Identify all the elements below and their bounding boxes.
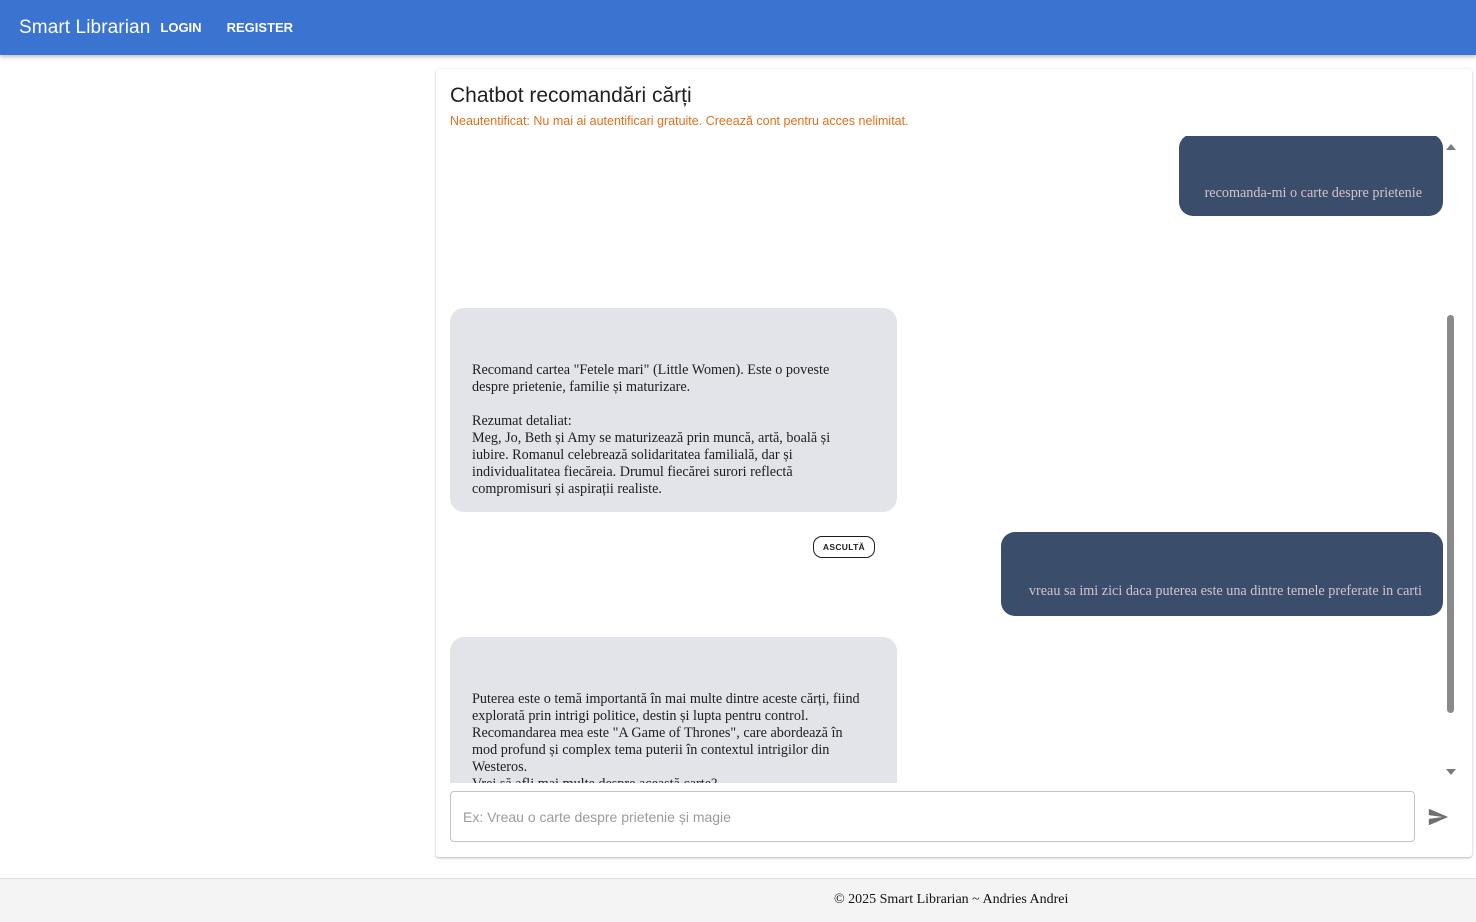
send-icon [1428,808,1449,826]
chat-message-bot: Puterea este o temă importantă în mai mu… [450,637,897,783]
page-title: Chatbot recomandări cărți [450,84,692,107]
chat-card: Chatbot recomandări cărți Neautentificat… [436,69,1472,857]
chat-messages[interactable]: recomanda-mi o carte despre prietenie AS… [450,136,1443,783]
chat-message-bot: Recomand cartea "Fetele mari" (Little Wo… [450,308,897,558]
message-input[interactable] [451,792,1414,841]
footer: © 2025 Smart Librarian ~ Andries Andrei [0,878,1476,922]
chat-scrollbar[interactable] [1444,136,1458,783]
listen-button[interactable]: ASCULTĂ [1359,239,1422,261]
listen-button[interactable]: ASCULTĂ [812,536,875,558]
nav-register[interactable]: REGISTER [227,14,301,41]
send-button[interactable] [1426,806,1450,828]
message-input-container [450,791,1415,842]
message-text: recomanda-mi o carte despre prietenie [1204,185,1422,201]
auth-warning: Neautentificat: Nu mai ai autentificari … [450,114,909,128]
app-bar: Smart Librarian LOGIN REGISTER [0,0,1476,55]
chevron-up-icon[interactable] [1446,144,1456,150]
scrollbar-thumb[interactable] [1447,315,1454,713]
chat-message-user: vreau sa imi zici daca puterea este una … [1001,532,1443,659]
message-text: Recomand cartea "Fetele mari" (Little Wo… [472,362,831,497]
message-text: vreau sa imi zici daca puterea este una … [1028,583,1422,599]
message-text: Puterea este o temă importantă în mai mu… [472,691,860,783]
brand-title[interactable]: Smart Librarian [19,17,150,39]
footer-copyright: © 2025 Smart Librarian ~ Andries Andrei [834,892,1069,907]
nav-login[interactable]: LOGIN [160,14,209,41]
chevron-down-icon[interactable] [1446,769,1456,775]
listen-button[interactable]: ASCULTĂ [1359,637,1422,659]
chat-message-user: recomanda-mi o carte despre prietenie AS… [1179,136,1443,261]
